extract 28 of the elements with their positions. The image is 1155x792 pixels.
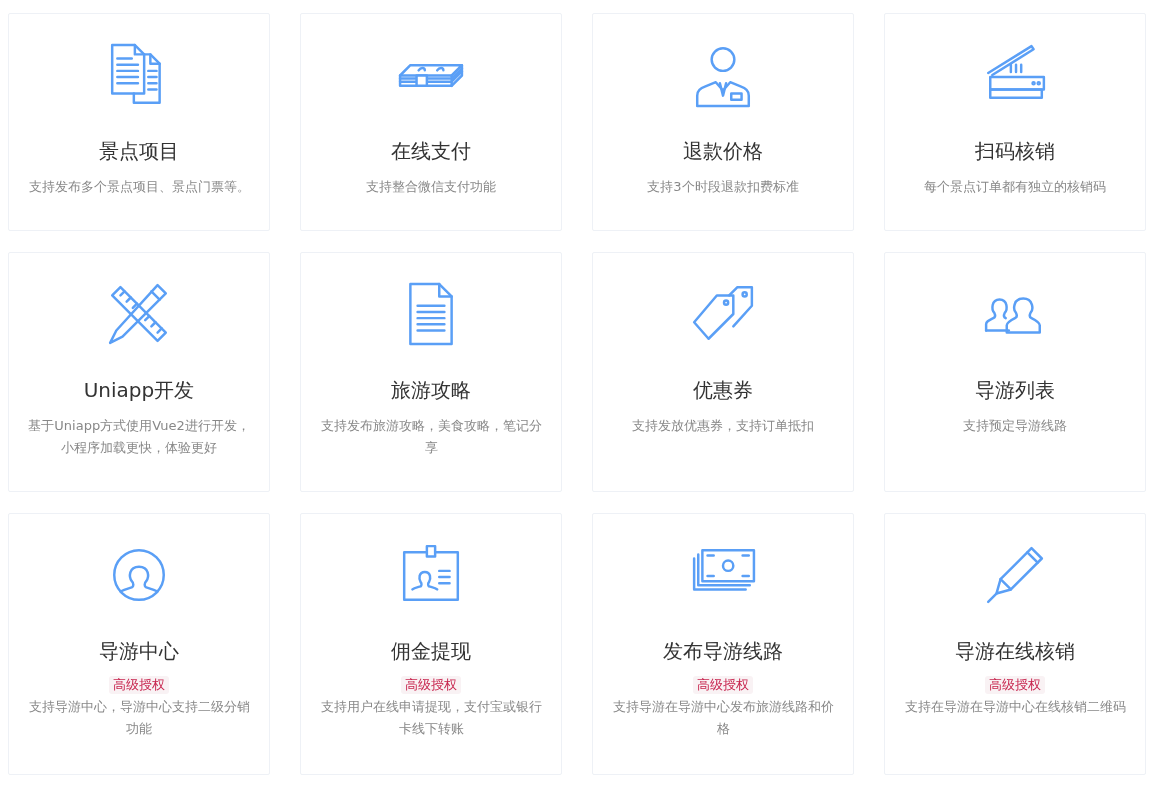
feature-description: 支持预定导游线路 (963, 417, 1067, 435)
feature-description: 支持3个时段退款扣费标准 (647, 178, 799, 196)
feature-description: 支持用户在线申请提现，支付宝或银行卡线下转账 (319, 698, 543, 738)
feature-description: 支持发布多个景点项目、景点门票等。 (28, 178, 250, 196)
feature-title: 导游在线核销 (955, 638, 1075, 664)
feature-description: 支持发布旅游攻略，美食攻略，笔记分享 (319, 417, 543, 457)
feature-description: 支持在导游在导游中心在线核销二维码 (904, 698, 1126, 716)
license-badge: 高级授权 (985, 676, 1045, 694)
feature-title: 退款价格 (683, 138, 763, 164)
feature-description: 支持发放优惠券，支持订单抵扣 (632, 417, 814, 435)
feature-title: 优惠券 (693, 377, 753, 403)
feature-title: 导游中心 (99, 638, 179, 664)
feature-title: 导游列表 (975, 377, 1055, 403)
feature-title: 发布导游线路 (663, 638, 783, 664)
license-badge: 高级授权 (693, 676, 753, 694)
feature-description: 支持导游中心，导游中心支持二级分销功能 (27, 698, 251, 738)
feature-description: 支持整合微信支付功能 (366, 178, 496, 196)
feature-title: 旅游攻略 (391, 377, 471, 403)
feature-title: 景点项目 (99, 138, 179, 164)
license-badge: 高级授权 (109, 676, 169, 694)
feature-description: 每个景点订单都有独立的核销码 (924, 178, 1106, 196)
license-badge: 高级授权 (401, 676, 461, 694)
feature-description: 基于Uniapp方式使用Vue2进行开发，小程序加载更快，体验更好 (27, 417, 251, 457)
feature-title: Uniapp开发 (83, 377, 195, 403)
feature-title: 佣金提现 (391, 638, 471, 664)
feature-description: 支持导游在导游中心发布旅游线路和价格 (611, 698, 835, 738)
feature-title: 扫码核销 (975, 138, 1055, 164)
feature-title: 在线支付 (391, 138, 471, 164)
